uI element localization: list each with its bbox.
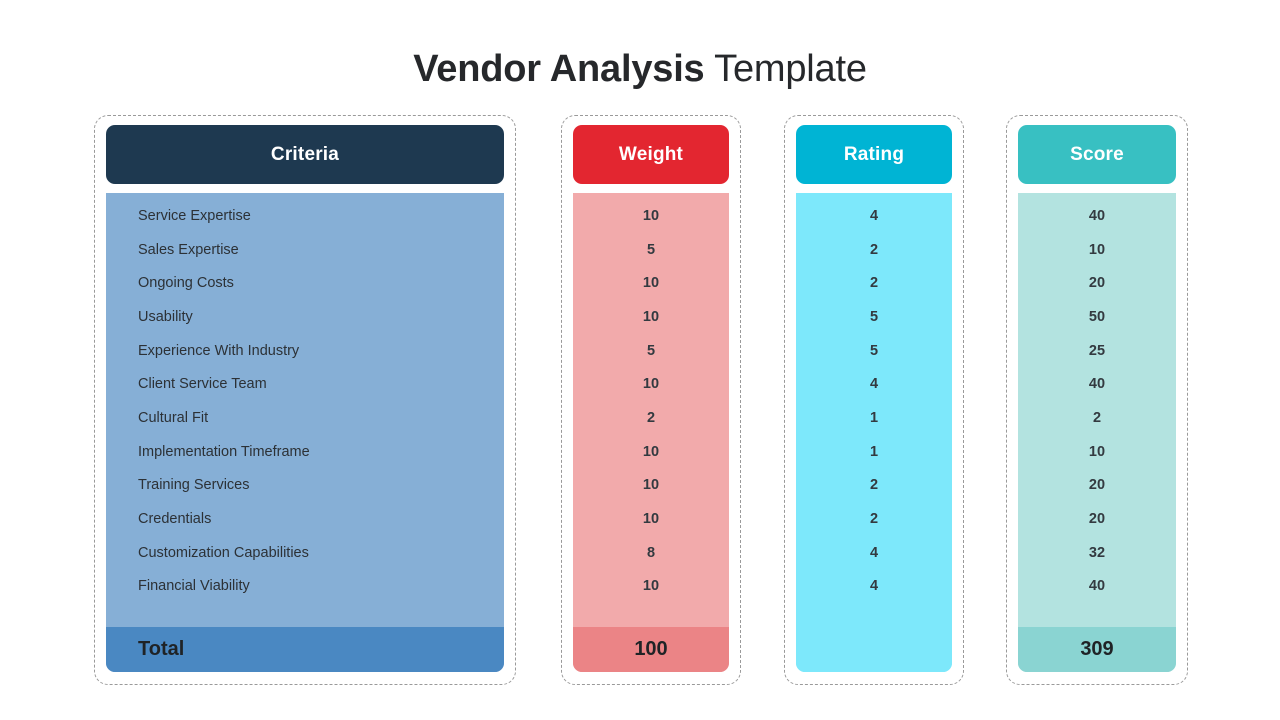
column-card-criteria: Criteria Service Expertise Sales Expertis… [94,115,516,685]
weight-row: 5 [646,241,656,258]
rating-row-list: 4 2 2 5 5 4 1 1 2 2 4 4 [796,193,952,627]
weight-row: 5 [646,342,656,359]
score-row: 20 [1088,275,1106,292]
weight-row: 10 [642,477,660,494]
rating-row: 4 [869,207,879,224]
rating-row: 5 [869,308,879,325]
weight-row: 10 [642,275,660,292]
column-card-rating: Rating 4 2 2 5 5 4 1 1 2 2 4 4 [784,115,964,685]
rating-row: 4 [869,544,879,561]
column-header-score: Score [1018,125,1176,184]
score-row: 20 [1088,477,1106,494]
rating-row: 1 [869,443,879,460]
column-card-weight: Weight 10 5 10 10 5 10 2 10 10 10 8 10 100 [561,115,741,685]
slide-canvas: Vendor Analysis Template Criteria Servic… [0,0,1280,720]
rating-row: 4 [869,376,879,393]
criteria-row: Implementation Timeframe [138,443,310,460]
weight-row: 10 [642,578,660,595]
score-row-list: 40 10 20 50 25 40 2 10 20 20 32 40 [1018,193,1176,627]
score-row: 50 [1088,308,1106,325]
column-header-rating: Rating [796,125,952,184]
rating-row: 2 [869,275,879,292]
column-body-score: 40 10 20 50 25 40 2 10 20 20 32 40 309 [1018,193,1176,672]
page-title: Vendor Analysis Template [0,46,1280,92]
criteria-total-row: Total [106,627,504,672]
criteria-row: Service Expertise [138,207,251,224]
rating-row: 2 [869,241,879,258]
vendor-analysis-table: Criteria Service Expertise Sales Expertis… [94,115,1188,685]
page-title-strong: Vendor Analysis [413,48,705,90]
weight-row: 2 [646,409,656,426]
criteria-row: Credentials [138,511,212,528]
rating-row: 1 [869,409,879,426]
column-header-weight: Weight [573,125,729,184]
criteria-row: Experience With Industry [138,342,300,359]
criteria-row: Customization Capabilities [138,544,309,561]
criteria-row-list: Service Expertise Sales Expertise Ongoing … [106,193,504,627]
rating-row: 5 [869,342,879,359]
weight-row: 10 [642,443,660,460]
score-row: 10 [1088,443,1106,460]
rating-row: 2 [869,511,879,528]
weight-total-row: 100 [573,627,729,672]
column-card-score: Score 40 10 20 50 25 40 2 10 20 20 32 40 309 [1006,115,1188,685]
weight-row: 10 [642,308,660,325]
rating-total-row [796,627,952,672]
score-row: 40 [1088,376,1106,393]
score-row: 40 [1088,207,1106,224]
criteria-row: Financial Viability [138,578,250,595]
criteria-row: Client Service Team [138,376,267,393]
column-body-rating: 4 2 2 5 5 4 1 1 2 2 4 4 [796,193,952,672]
column-body-weight: 10 5 10 10 5 10 2 10 10 10 8 10 100 [573,193,729,672]
score-row: 20 [1088,511,1106,528]
rating-row: 4 [869,578,879,595]
score-row: 40 [1088,578,1106,595]
score-row: 10 [1088,241,1106,258]
criteria-row: Ongoing Costs [138,275,234,292]
score-total-row: 309 [1018,627,1176,672]
criteria-row: Usability [138,308,193,325]
score-row: 25 [1088,342,1106,359]
score-row: 2 [1092,409,1102,426]
column-header-criteria: Criteria [106,125,504,184]
criteria-row: Cultural Fit [138,409,209,426]
criteria-row: Sales Expertise [138,241,239,258]
weight-row-list: 10 5 10 10 5 10 2 10 10 10 8 10 [573,193,729,627]
page-title-light: Template [704,48,867,90]
weight-row: 10 [642,376,660,393]
score-row: 32 [1088,544,1106,561]
weight-row: 10 [642,511,660,528]
weight-row: 10 [642,207,660,224]
weight-row: 8 [646,544,656,561]
rating-row: 2 [869,477,879,494]
criteria-row: Training Services [138,477,250,494]
column-body-criteria: Service Expertise Sales Expertise Ongoing … [106,193,504,672]
